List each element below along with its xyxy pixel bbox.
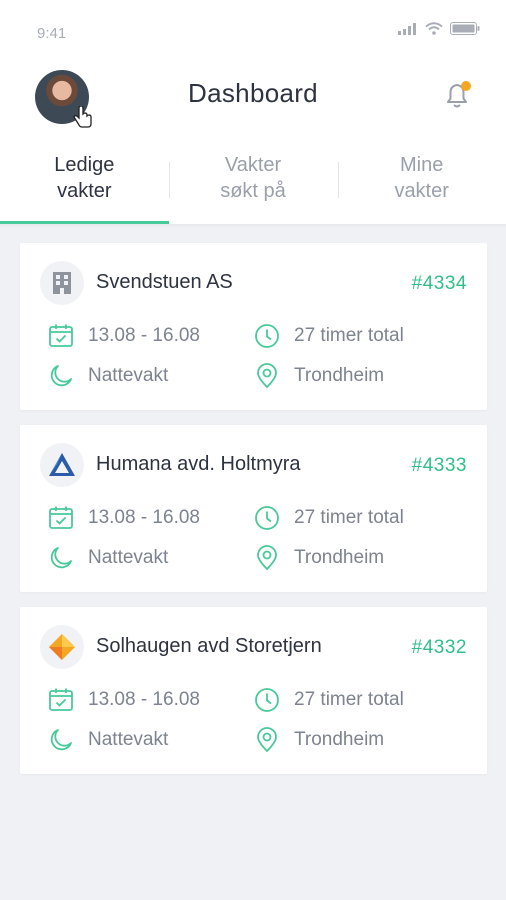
- battery-icon: [450, 22, 480, 35]
- org-name: Solhaugen avd Storetjern: [96, 635, 322, 657]
- tab-vakter-sokt-pa[interactable]: Vakter søkt på: [169, 144, 338, 224]
- clock-icon: [255, 688, 279, 712]
- location: Trondheim: [254, 545, 384, 571]
- org-name: Svendstuen AS: [96, 271, 233, 293]
- tab-label-line2: søkt på: [220, 180, 286, 202]
- shift-card[interactable]: Svendstuen AS #4334 13.08 - 16.08 27 tim…: [20, 243, 487, 410]
- location-pin-icon: [257, 545, 277, 571]
- tab-label-line1: Mine: [400, 154, 444, 176]
- clock-icon: [255, 324, 279, 348]
- signal-icon: [398, 22, 416, 35]
- dates-text: 13.08 - 16.08: [88, 689, 200, 710]
- diamond-logo-icon: [40, 625, 84, 669]
- tab-label-line1: Ledige: [54, 154, 115, 176]
- hours-text: 27 timer total: [294, 507, 404, 528]
- notification-badge: [461, 81, 471, 91]
- page-title: Dashboard: [188, 78, 318, 108]
- shift-card[interactable]: Solhaugen avd Storetjern #4332 13.08 - 1…: [20, 607, 487, 774]
- hours-total: 27 timer total: [254, 323, 404, 349]
- header: Dashboard: [0, 64, 506, 144]
- shift-id: #4334: [411, 273, 467, 294]
- moon-icon: [50, 547, 72, 569]
- bell-icon: [447, 81, 471, 108]
- wifi-icon: [425, 22, 443, 35]
- tab-divider: [169, 162, 170, 198]
- location-pin-icon: [257, 727, 277, 753]
- location: Trondheim: [254, 363, 384, 389]
- tab-ledige-vakter[interactable]: Ledige vakter: [0, 144, 169, 224]
- moon-icon: [50, 729, 72, 751]
- location-text: Trondheim: [294, 365, 385, 386]
- shift-type: Nattevakt: [48, 727, 168, 753]
- date-range: 13.08 - 16.08: [48, 323, 200, 349]
- status-bar: 9:41: [0, 0, 506, 64]
- shift-id: #4333: [411, 455, 467, 476]
- dates-text: 13.08 - 16.08: [88, 507, 200, 528]
- hours-total: 27 timer total: [254, 505, 404, 531]
- clock-icon: [255, 506, 279, 530]
- tab-label-line2: vakter: [57, 180, 112, 202]
- shift-type-text: Nattevakt: [88, 365, 169, 386]
- tab-label-line2: vakter: [394, 180, 449, 202]
- status-time: 9:41: [37, 25, 67, 42]
- dates-text: 13.08 - 16.08: [88, 325, 200, 346]
- triangle-logo-icon: [40, 443, 84, 487]
- tab-label-line1: Vakter: [224, 154, 282, 176]
- date-range: 13.08 - 16.08: [48, 505, 200, 531]
- location: Trondheim: [254, 727, 384, 753]
- location-pin-icon: [257, 363, 277, 389]
- hours-text: 27 timer total: [294, 325, 404, 346]
- tab-mine-vakter[interactable]: Mine vakter: [337, 144, 506, 224]
- calendar-icon: [49, 506, 73, 529]
- shift-card[interactable]: Humana avd. Holtmyra #4333 13.08 - 16.08…: [20, 425, 487, 592]
- shift-type-text: Nattevakt: [88, 547, 169, 568]
- notifications-button[interactable]: [440, 78, 474, 112]
- building-icon: [40, 261, 84, 305]
- shift-type: Nattevakt: [48, 545, 168, 571]
- calendar-icon: [49, 688, 73, 711]
- hours-total: 27 timer total: [254, 687, 404, 713]
- hand-pointer-icon: [71, 106, 95, 130]
- status-icons: [398, 22, 480, 35]
- hours-text: 27 timer total: [294, 689, 404, 710]
- calendar-icon: [49, 324, 73, 347]
- moon-icon: [50, 365, 72, 387]
- shift-type: Nattevakt: [48, 363, 168, 389]
- tab-bar: Ledige vakter Vakter søkt på Mine vakter: [0, 144, 506, 224]
- location-text: Trondheim: [294, 729, 385, 750]
- tab-divider: [338, 162, 339, 198]
- org-name: Humana avd. Holtmyra: [96, 453, 301, 475]
- top-panel: 9:41 Dashboard Ledige vakter Vakter søkt…: [0, 0, 506, 224]
- tabs-shadow: [0, 224, 506, 228]
- location-text: Trondheim: [294, 547, 385, 568]
- shift-id: #4332: [411, 637, 467, 658]
- date-range: 13.08 - 16.08: [48, 687, 200, 713]
- shift-type-text: Nattevakt: [88, 729, 169, 750]
